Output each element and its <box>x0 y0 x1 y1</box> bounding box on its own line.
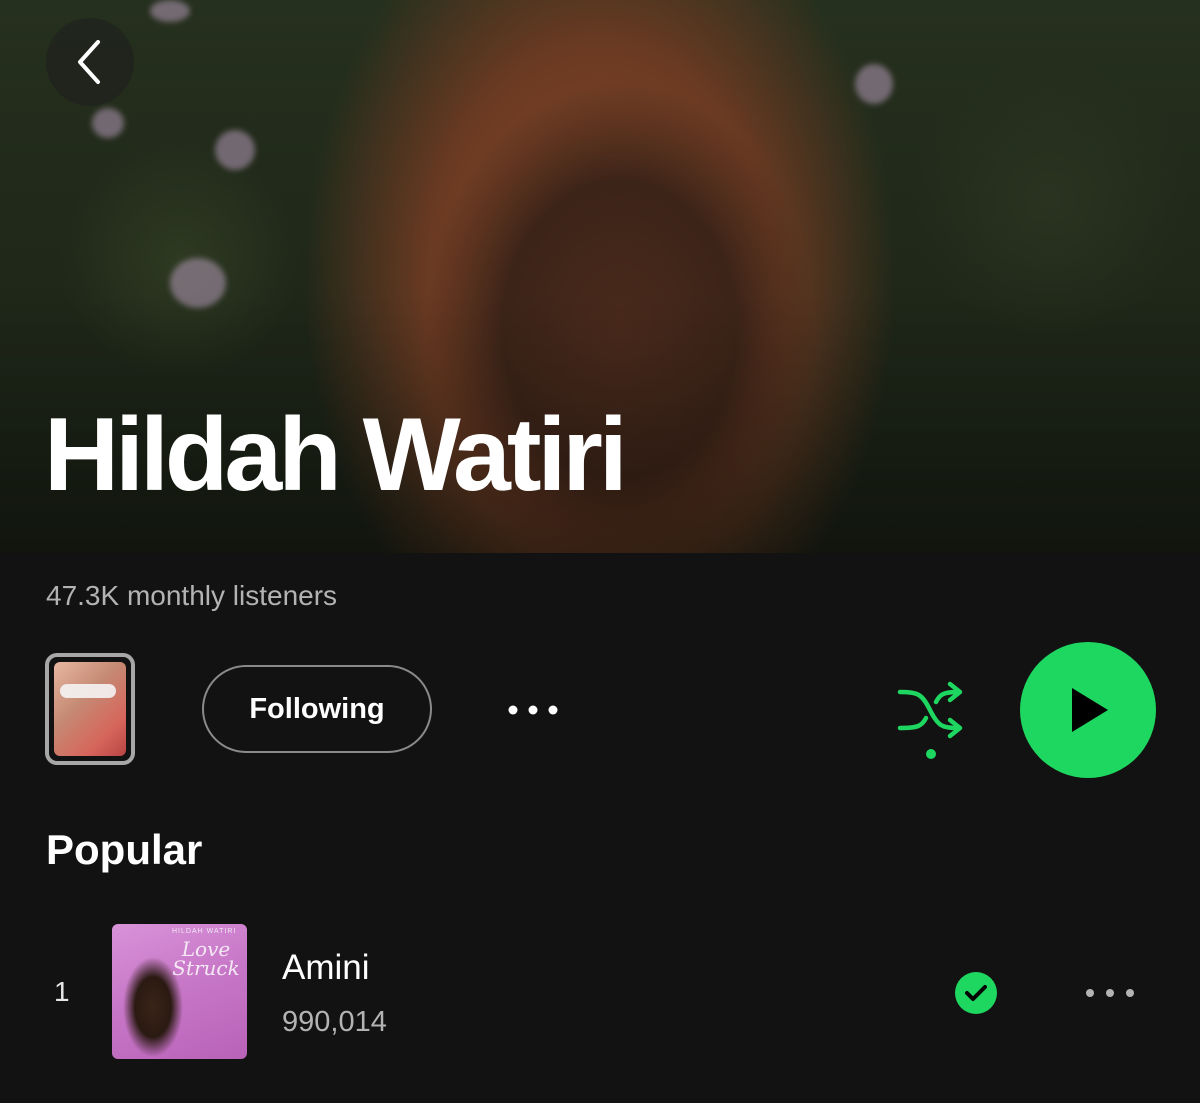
saved-check-button[interactable] <box>955 972 997 1014</box>
chevron-left-icon <box>78 40 100 84</box>
following-button[interactable]: Following <box>202 665 432 753</box>
track-title: Amini <box>282 948 370 987</box>
popular-section-title: Popular <box>46 826 203 873</box>
check-circle-icon <box>955 972 997 1014</box>
cover-artist-text: HILDAH WATIRI <box>172 928 237 935</box>
artist-name: Hildah Watiri <box>44 397 628 513</box>
play-icon <box>1072 688 1108 732</box>
track-more-options-button[interactable] <box>1080 978 1140 1008</box>
artist-pick-thumbnail[interactable] <box>45 653 135 765</box>
more-horizontal-icon <box>508 705 558 715</box>
track-play-count: 990,014 <box>282 1006 387 1038</box>
play-button[interactable] <box>1020 642 1156 778</box>
cover-title-text: Love Struck <box>172 937 240 980</box>
back-button[interactable] <box>46 18 134 106</box>
track-row[interactable]: 1 HILDAH WATIRI Love Struck Amini 990,01… <box>0 920 1200 1065</box>
shuffle-button[interactable] <box>892 680 970 764</box>
thumbnail-image <box>54 662 126 756</box>
track-rank: 1 <box>54 976 70 1007</box>
more-options-button[interactable] <box>500 690 566 730</box>
more-horizontal-icon <box>1086 989 1134 997</box>
album-cover: HILDAH WATIRI Love Struck <box>112 924 247 1059</box>
shuffle-icon <box>897 681 963 759</box>
monthly-listeners: 47.3K monthly listeners <box>46 580 338 611</box>
